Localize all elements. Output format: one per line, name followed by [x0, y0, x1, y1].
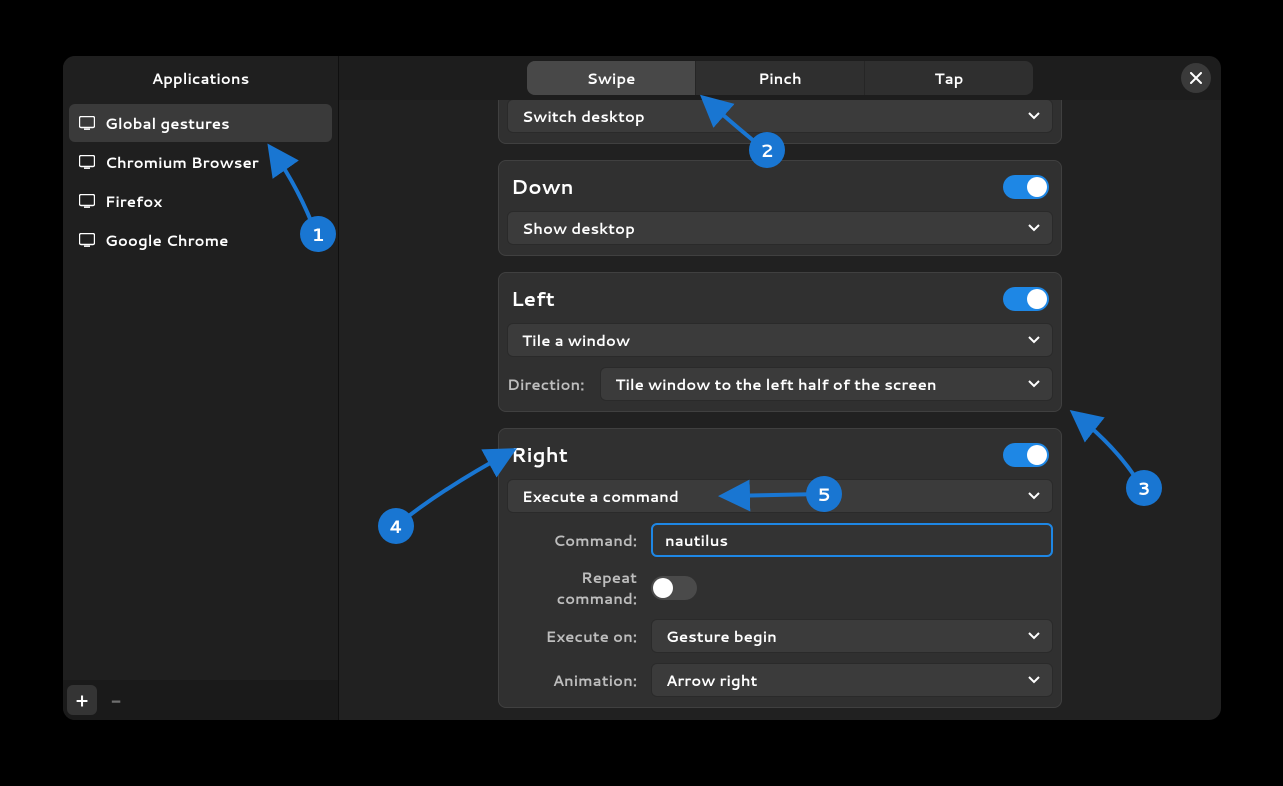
tab-swipe[interactable]: Swipe: [527, 61, 696, 95]
sidebar: Applications Global gestures Chromium Br…: [63, 56, 339, 720]
gesture-enable-toggle[interactable]: [1003, 175, 1049, 199]
chevron-down-icon: [1028, 380, 1040, 388]
sidebar-item-google-chrome[interactable]: Google Chrome: [69, 221, 332, 259]
tab-tap[interactable]: Tap: [865, 61, 1033, 95]
select-value: Arrow right: [666, 670, 757, 691]
gesture-card-down: Down Show desktop: [498, 160, 1062, 256]
chevron-down-icon: [1028, 676, 1040, 684]
display-icon: [79, 116, 95, 130]
sidebar-item-global-gestures[interactable]: Global gestures: [69, 104, 332, 142]
display-icon: [79, 155, 95, 169]
select-value: Tile window to the left half of the scre…: [615, 374, 936, 395]
gesture-type-tabs: Swipe Pinch Tap: [527, 61, 1033, 95]
gesture-enable-toggle[interactable]: [1003, 443, 1049, 467]
command-label: Command:: [507, 530, 637, 551]
sidebar-item-firefox[interactable]: Firefox: [69, 182, 332, 220]
gesture-action-select[interactable]: Execute a command: [507, 479, 1053, 513]
close-button[interactable]: [1181, 63, 1211, 93]
chevron-down-icon: [1028, 224, 1040, 232]
gesture-action-select[interactable]: Show desktop: [507, 211, 1053, 245]
main-panel: Swipe Pinch Tap Switch desktop: [339, 56, 1221, 720]
chevron-down-icon: [1028, 632, 1040, 640]
command-input[interactable]: [651, 523, 1053, 557]
gesture-heading: Right: [511, 441, 568, 469]
tab-pinch[interactable]: Pinch: [696, 61, 865, 95]
chevron-down-icon: [1028, 112, 1040, 120]
display-icon: [79, 233, 95, 247]
sidebar-title: Applications: [63, 56, 338, 100]
select-value: Switch desktop: [522, 106, 645, 127]
chevron-down-icon: [1028, 336, 1040, 344]
gesture-card-right: Right Execute a command Command:: [498, 428, 1062, 708]
close-icon: [1190, 72, 1202, 84]
gesture-card-up: Switch desktop: [498, 100, 1062, 144]
select-value: Execute a command: [522, 486, 679, 507]
gesture-list: Switch desktop Down: [498, 100, 1062, 720]
sidebar-footer: + −: [63, 680, 338, 720]
animation-select[interactable]: Arrow right: [651, 663, 1053, 697]
app-list: Global gestures Chromium Browser Firefox…: [63, 100, 338, 680]
sidebar-item-label: Google Chrome: [105, 230, 228, 251]
headerbar: Swipe Pinch Tap: [339, 56, 1221, 100]
execute-on-label: Execute on:: [507, 626, 637, 647]
direction-label: Direction:: [507, 374, 584, 395]
gesture-action-select[interactable]: Tile a window: [507, 323, 1053, 357]
gesture-heading: Left: [511, 285, 555, 313]
gesture-heading: Down: [511, 173, 574, 201]
sidebar-item-label: Global gestures: [105, 113, 230, 134]
gesture-card-left: Left Tile a window Direction:: [498, 272, 1062, 412]
select-value: Show desktop: [522, 218, 635, 239]
select-value: Tile a window: [522, 330, 630, 351]
animation-label: Animation:: [507, 670, 637, 691]
remove-app-button[interactable]: −: [101, 685, 131, 715]
gesture-enable-toggle[interactable]: [1003, 287, 1049, 311]
main-scroll[interactable]: Switch desktop Down: [339, 100, 1221, 720]
sidebar-item-chromium[interactable]: Chromium Browser: [69, 143, 332, 181]
add-app-button[interactable]: +: [67, 685, 97, 715]
sidebar-item-label: Firefox: [105, 191, 162, 212]
display-icon: [79, 194, 95, 208]
sidebar-item-label: Chromium Browser: [105, 152, 259, 173]
repeat-label: Repeat command:: [507, 567, 637, 609]
gesture-action-select[interactable]: Switch desktop: [507, 100, 1053, 133]
repeat-toggle[interactable]: [651, 576, 697, 600]
select-value: Gesture begin: [666, 626, 777, 647]
direction-select[interactable]: Tile window to the left half of the scre…: [600, 367, 1053, 401]
chevron-down-icon: [1028, 492, 1040, 500]
preferences-window: Applications Global gestures Chromium Br…: [63, 56, 1221, 720]
execute-on-select[interactable]: Gesture begin: [651, 619, 1053, 653]
